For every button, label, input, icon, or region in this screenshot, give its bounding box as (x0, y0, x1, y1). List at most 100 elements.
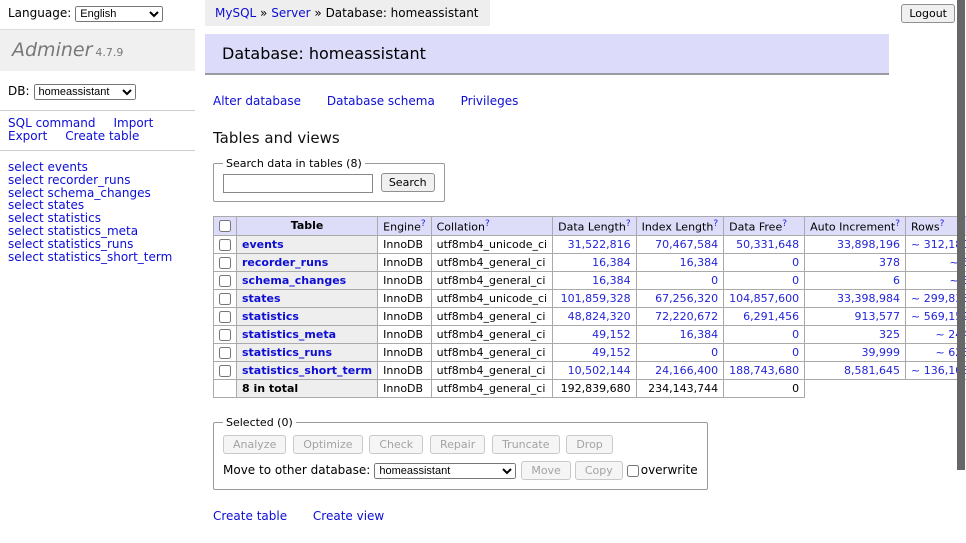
breadcrumb-mysql-link[interactable]: MySQL (215, 6, 256, 20)
data-length-link[interactable]: 16,384 (592, 256, 631, 269)
table-name-link[interactable]: schema_changes (242, 274, 346, 287)
data-free-link[interactable]: 104,857,600 (729, 292, 799, 305)
table-name-cell: statistics_short_term (237, 362, 378, 380)
sidebar-item-select-statistics-short-term[interactable]: select statistics_short_term (8, 251, 195, 264)
row-checkbox[interactable] (219, 311, 231, 323)
data-length-link[interactable]: 10,502,144 (568, 364, 631, 377)
index-length-link[interactable]: 0 (711, 346, 718, 359)
index-length-link[interactable]: 24,166,400 (655, 364, 718, 377)
index-length-link[interactable]: 16,384 (680, 328, 719, 341)
table-name-link[interactable]: recorder_runs (242, 256, 328, 269)
sidebar-item-select-statistics-runs[interactable]: select statistics_runs (8, 238, 195, 251)
breadcrumb-server-link[interactable]: Server (271, 6, 310, 20)
create-table-link-main[interactable]: Create table (213, 509, 287, 523)
language-select[interactable]: English (75, 6, 163, 22)
export-link[interactable]: Export (8, 129, 47, 143)
copy-button[interactable]: Copy (575, 461, 623, 480)
row-checkbox[interactable] (219, 293, 231, 305)
help-icon[interactable]: ? (782, 219, 787, 229)
index-length-link[interactable]: 70,467,584 (655, 238, 718, 251)
move-button[interactable]: Move (521, 461, 571, 480)
table-name-link[interactable]: states (242, 292, 281, 305)
help-icon[interactable]: ? (940, 219, 945, 229)
search-input[interactable] (223, 174, 373, 193)
help-icon[interactable]: ? (485, 219, 490, 229)
row-checkbox[interactable] (219, 365, 231, 377)
totals-label: 8 in total (237, 380, 378, 398)
data-length-link[interactable]: 16,384 (592, 274, 631, 287)
data-free-link[interactable]: 6,291,456 (743, 310, 799, 323)
auto-increment-link[interactable]: 6 (893, 274, 900, 287)
data-free-link[interactable]: 0 (792, 346, 799, 359)
auto-increment-link[interactable]: 8,581,645 (844, 364, 900, 377)
row-check-cell (214, 344, 237, 362)
index-length-link[interactable]: 72,220,672 (655, 310, 718, 323)
auto-increment-link[interactable]: 913,577 (855, 310, 901, 323)
data-free-link[interactable]: 0 (792, 274, 799, 287)
auto-increment-link[interactable]: 39,999 (862, 346, 901, 359)
drop-button[interactable]: Drop (566, 435, 612, 454)
data-length-link[interactable]: 31,522,816 (568, 238, 631, 251)
select-all-checkbox[interactable] (219, 220, 231, 232)
auto-increment-link[interactable]: 33,398,984 (837, 292, 900, 305)
repair-button[interactable]: Repair (430, 435, 485, 454)
data-free-cell: 0 (724, 254, 805, 272)
help-icon[interactable]: ? (421, 219, 426, 229)
row-check-cell (214, 308, 237, 326)
auto-increment-link[interactable]: 378 (879, 256, 900, 269)
search-button[interactable]: Search (381, 173, 435, 192)
row-checkbox[interactable] (219, 257, 231, 269)
sidebar-item-select-recorder-runs[interactable]: select recorder_runs (8, 174, 195, 187)
row-checkbox[interactable] (219, 275, 231, 287)
db-select[interactable]: homeassistant (34, 84, 136, 100)
import-link[interactable]: Import (113, 116, 153, 130)
language-label: Language: (8, 6, 71, 20)
collation-cell: utf8mb4_general_ci (431, 308, 552, 326)
data-free-link[interactable]: 188,743,680 (729, 364, 799, 377)
index-length-cell: 72,220,672 (636, 308, 724, 326)
create-view-link[interactable]: Create view (313, 509, 384, 523)
table-name-link[interactable]: events (242, 238, 284, 251)
help-icon[interactable]: ? (626, 219, 631, 229)
table-name-link[interactable]: statistics_runs (242, 346, 332, 359)
index-length-link[interactable]: 67,256,320 (655, 292, 718, 305)
row-checkbox[interactable] (219, 329, 231, 341)
overwrite-checkbox[interactable] (627, 465, 639, 477)
adminer-header: Adminer4.7.9 (0, 29, 195, 71)
optimize-button[interactable]: Optimize (293, 435, 362, 454)
scrollbar-thumb[interactable] (957, 0, 965, 470)
auto-increment-link[interactable]: 325 (879, 328, 900, 341)
auto-increment-cell: 913,577 (805, 308, 906, 326)
table-name-link[interactable]: statistics (242, 310, 299, 323)
sidebar-item-select-statistics-meta[interactable]: select statistics_meta (8, 225, 195, 238)
table-name-link[interactable]: statistics_meta (242, 328, 336, 341)
check-button[interactable]: Check (369, 435, 423, 454)
table-name-link[interactable]: statistics_short_term (242, 364, 372, 377)
index-length-link[interactable]: 16,384 (680, 256, 719, 269)
alter-database-link[interactable]: Alter database (213, 94, 301, 108)
create-table-link[interactable]: Create table (65, 129, 139, 143)
sql-command-link[interactable]: SQL command (8, 116, 95, 130)
data-free-cell: 188,743,680 (724, 362, 805, 380)
logout-button[interactable]: Logout (901, 4, 955, 23)
data-free-link[interactable]: 50,331,648 (736, 238, 799, 251)
data-free-link[interactable]: 0 (792, 328, 799, 341)
privileges-link[interactable]: Privileges (461, 94, 519, 108)
analyze-button[interactable]: Analyze (223, 435, 286, 454)
data-length-link[interactable]: 49,152 (592, 328, 631, 341)
help-icon[interactable]: ? (713, 219, 718, 229)
sidebar-item-select-events[interactable]: select events (8, 161, 195, 174)
row-checkbox[interactable] (219, 347, 231, 359)
data-length-link[interactable]: 49,152 (592, 346, 631, 359)
auto-increment-link[interactable]: 33,898,196 (837, 238, 900, 251)
row-checkbox[interactable] (219, 239, 231, 251)
help-icon[interactable]: ? (895, 219, 900, 229)
truncate-button[interactable]: Truncate (492, 435, 559, 454)
move-database-select[interactable]: homeassistant (374, 463, 516, 479)
database-schema-link[interactable]: Database schema (327, 94, 435, 108)
engine-cell: InnoDB (378, 308, 431, 326)
index-length-link[interactable]: 0 (711, 274, 718, 287)
data-free-link[interactable]: 0 (792, 256, 799, 269)
data-length-link[interactable]: 101,859,328 (561, 292, 631, 305)
data-length-link[interactable]: 48,824,320 (568, 310, 631, 323)
